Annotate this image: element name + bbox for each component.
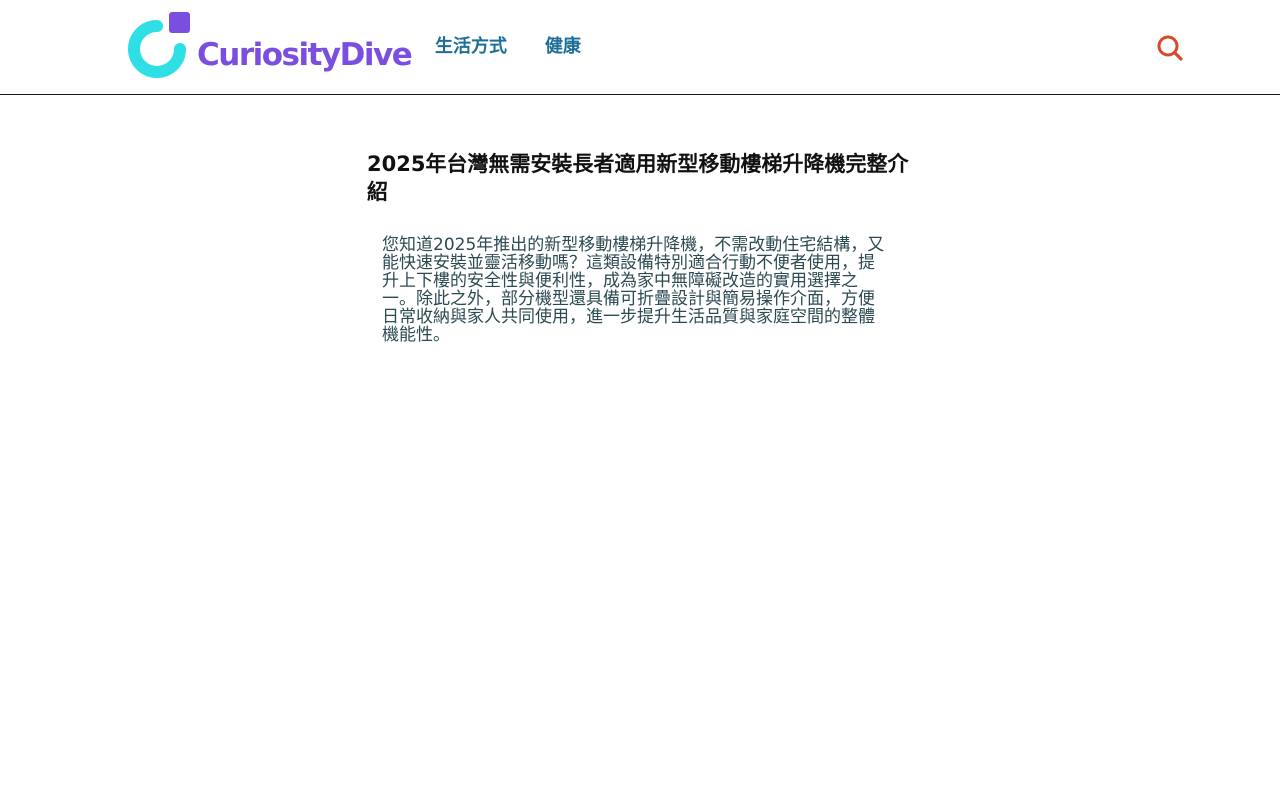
logo-wordmark: CuriosityDive: [197, 37, 413, 73]
nav-item-lifestyle[interactable]: 生活方式: [435, 34, 507, 60]
search-button[interactable]: [1154, 32, 1186, 64]
logo-text-dive: Dive: [339, 37, 413, 73]
search-icon: [1157, 35, 1183, 61]
nav-item-health[interactable]: 健康: [545, 34, 581, 60]
logo-text-curiosity: Curiosity: [197, 37, 341, 73]
article: 2025年台灣無需安裝長者適用新型移動樓梯升降機完整介紹 您知道2025年推出的…: [367, 150, 912, 344]
article-title: 2025年台灣無需安裝長者適用新型移動樓梯升降機完整介紹: [367, 152, 909, 204]
logo-mark-icon: [128, 12, 190, 78]
site-logo[interactable]: CuriosityDive: [122, 12, 413, 82]
article-intro: 您知道2025年推出的新型移動樓梯升降機，不需改動住宅結構，又能快速安裝並靈活移…: [382, 235, 885, 345]
site-header: CuriosityDive 生活方式 健康: [0, 0, 1280, 95]
main-nav: 生活方式 健康: [435, 34, 581, 60]
